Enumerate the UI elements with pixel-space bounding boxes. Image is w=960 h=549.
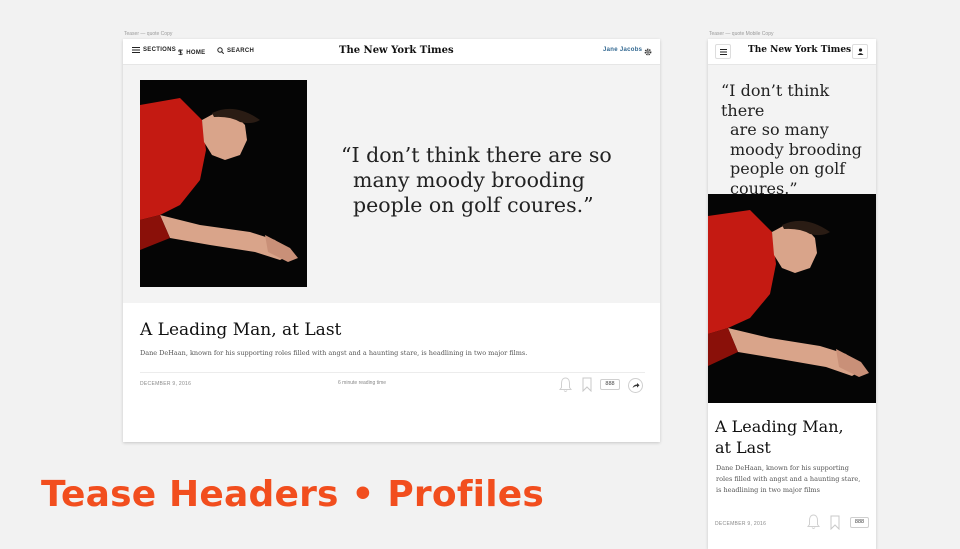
mobile-caption: Teaser — quote Mobile Copy xyxy=(709,31,774,37)
bookmark-icon[interactable] xyxy=(582,377,592,392)
mobile-frame: The New York Times “I don’t think there … xyxy=(708,39,876,549)
user-menu[interactable]: Jane Jacobs ⌄ xyxy=(603,47,650,53)
nyt-t-icon: 𝕿 xyxy=(178,47,184,57)
mobile-nav: The New York Times xyxy=(708,39,876,65)
quote-line: are so many xyxy=(730,120,829,139)
profile-photo xyxy=(708,194,876,403)
headline-line: A Leading Man, xyxy=(715,417,844,436)
article-summary: Dane DeHaan, known for his supporting ro… xyxy=(716,463,860,496)
bookmark-icon[interactable] xyxy=(830,515,840,530)
share-button[interactable] xyxy=(628,378,643,393)
summary-line: Dane DeHaan, known for his supporting xyxy=(716,464,849,472)
article-headline[interactable]: A Leading Man, at Last xyxy=(140,320,341,340)
profile-photo xyxy=(140,80,307,287)
portrait-illustration xyxy=(708,210,869,377)
comment-count-button[interactable]: 888 xyxy=(850,517,869,528)
share-icon xyxy=(632,383,640,388)
quote-line: people on golf coures.” xyxy=(353,193,594,217)
search-label: SEARCH xyxy=(227,47,255,54)
desktop-caption: Teaser — quote Copy xyxy=(124,31,173,37)
pull-quote: “I don’t think there are so many moody b… xyxy=(341,143,612,218)
pull-quote: “I don’t think there are so many moody b… xyxy=(721,81,876,198)
quote-line: many moody brooding xyxy=(353,168,585,192)
menu-icon xyxy=(719,48,727,55)
quote-line: moody brooding xyxy=(730,139,862,159)
publish-date: DECEMBER 9, 2016 xyxy=(715,521,767,527)
search-icon xyxy=(217,47,224,54)
home-label: HOME xyxy=(186,49,206,56)
menu-icon xyxy=(132,47,140,53)
sections-button[interactable]: SECTIONS xyxy=(132,47,176,53)
account-button[interactable] xyxy=(852,44,868,59)
user-icon xyxy=(857,48,863,55)
sections-label: SECTIONS xyxy=(143,47,177,53)
quote-line: people on golf xyxy=(730,159,846,178)
summary-line: roles filled with angst and a haunting s… xyxy=(716,475,861,483)
nyt-logo[interactable]: The New York Times xyxy=(748,45,851,55)
bell-icon[interactable] xyxy=(807,514,820,530)
summary-line: is headlining in two major films xyxy=(716,486,820,494)
home-button[interactable]: 𝕿 HOME xyxy=(178,47,205,58)
publish-date: DECEMBER 9, 2016 xyxy=(140,381,192,387)
article-summary: Dane DeHaan, known for his supporting ro… xyxy=(140,349,528,357)
quote-line: “I don’t think there are so xyxy=(341,143,612,167)
desktop-frame: SECTIONS 𝕿 HOME SEARCH The New York Time… xyxy=(123,39,660,442)
search-button[interactable]: SEARCH xyxy=(217,47,254,54)
desktop-hero: “I don’t think there are so many moody b… xyxy=(123,65,660,303)
user-name: Jane Jacobs xyxy=(603,47,643,53)
gear-icon[interactable] xyxy=(644,48,652,56)
portrait-illustration xyxy=(140,98,298,262)
divider xyxy=(140,372,645,373)
mobile-menu-button[interactable] xyxy=(715,44,731,59)
desktop-nav: SECTIONS 𝕿 HOME SEARCH The New York Time… xyxy=(123,39,660,65)
slide-title: Tease Headers • Profiles xyxy=(41,474,544,515)
article-headline[interactable]: A Leading Man, at Last xyxy=(715,416,844,458)
comment-count-button[interactable]: 888 xyxy=(600,379,620,390)
bell-icon[interactable] xyxy=(559,377,572,393)
reading-time: 6 minute reading time xyxy=(338,380,387,386)
nyt-logo[interactable]: The New York Times xyxy=(339,45,454,56)
mobile-hero: “I don’t think there are so many moody b… xyxy=(708,65,876,198)
headline-line: at Last xyxy=(715,438,771,457)
quote-line: “I don’t think there xyxy=(721,81,830,120)
